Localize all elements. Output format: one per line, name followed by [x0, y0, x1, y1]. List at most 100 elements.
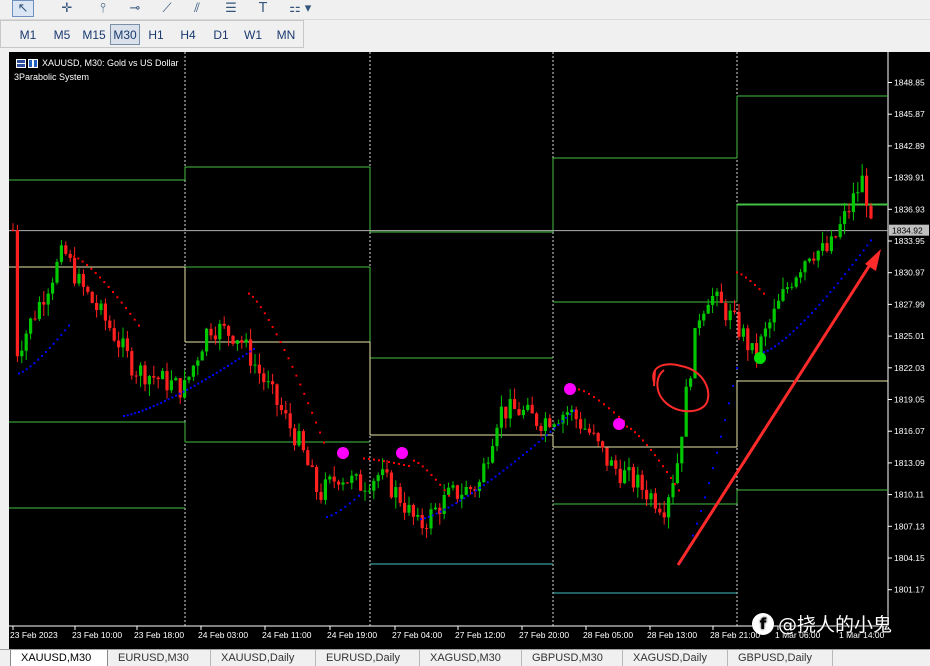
trendline-button[interactable]: ⟋ [156, 0, 178, 17]
time-tick-label: 23 Feb 10:00 [72, 630, 122, 640]
candle-body [592, 432, 596, 434]
sar-dot [103, 281, 106, 284]
sar-dot [541, 437, 544, 440]
timeframe-m1-button[interactable]: M1 [13, 24, 43, 45]
candle-body [689, 378, 693, 387]
sar-dot [840, 277, 843, 280]
sar-dot [182, 390, 185, 393]
timeframe-m30-button[interactable]: M30 [110, 24, 140, 45]
timeframe-h4-button[interactable]: H4 [173, 24, 203, 45]
candle-body [306, 450, 310, 466]
sar-dot [851, 263, 854, 266]
cursor-button[interactable]: ↖ [12, 0, 34, 17]
candle-body [552, 424, 556, 428]
sar-dot [48, 346, 51, 349]
candle-body [354, 474, 358, 476]
candle-body [425, 528, 429, 530]
candle-body [618, 468, 622, 484]
chart-tab[interactable]: EURUSD,Daily [316, 650, 420, 666]
chart-tab[interactable]: XAGUSD,Daily [623, 650, 728, 666]
sar-dot [44, 351, 47, 354]
sar-dot [33, 362, 36, 365]
candle-body [631, 467, 635, 488]
candle-body [161, 371, 165, 380]
sar-dot [443, 508, 446, 511]
chart-tab[interactable]: GBPUSD,M30 [522, 650, 623, 666]
candle-body [733, 310, 737, 312]
text-tool-icon: T [259, 1, 267, 16]
sar-dot [215, 371, 218, 374]
candle-body [191, 365, 195, 377]
timeframe-d1-button[interactable]: D1 [206, 24, 236, 45]
candle-body [807, 258, 811, 262]
sar-dot [732, 384, 734, 387]
timeframe-w1-button[interactable]: W1 [238, 24, 268, 45]
crosshair-button[interactable]: ✛ [56, 0, 78, 17]
sar-dot [330, 514, 333, 517]
sar-dot [358, 494, 360, 497]
price-tick-label: 1842.89 [894, 141, 925, 151]
chart-tab[interactable]: XAUUSD,M30 [10, 650, 108, 666]
candle-body [328, 476, 332, 480]
sar-dot [704, 496, 706, 499]
fibonacci-button[interactable]: ☰ [220, 0, 242, 17]
candle-body [482, 463, 486, 483]
sar-dot [448, 494, 450, 497]
sar-dot [94, 272, 97, 275]
sar-dot [459, 499, 462, 502]
sar-dot [763, 351, 765, 354]
candle-body [737, 311, 741, 337]
sar-dot [770, 347, 773, 350]
price-tick-label: 1825.01 [894, 331, 925, 341]
timeframe-h1-button[interactable]: H1 [141, 24, 171, 45]
channel-icon: ⫽ [194, 1, 200, 16]
timeframe-mn-button[interactable]: MN [271, 24, 301, 45]
candle-body [645, 489, 649, 500]
candle-body [715, 291, 719, 296]
candle-body [183, 380, 187, 398]
chart-tab[interactable]: XAUUSD,Daily [211, 650, 316, 666]
candle-body [587, 428, 591, 433]
price-chart[interactable]: 1848.85 1845.87 1842.89 1839.91 1836.93 1833.… [9, 52, 930, 649]
sar-dot [736, 367, 738, 370]
candle-body [99, 303, 103, 311]
sar-dot [125, 307, 127, 310]
sar-dot [178, 392, 181, 395]
watermark: f @挠人的小鬼 [752, 610, 892, 637]
sar-dot [234, 360, 237, 363]
chart-tab[interactable]: GBPUSD,Daily [728, 650, 833, 666]
timeframe-m5-button[interactable]: M5 [47, 24, 77, 45]
chart-tab[interactable]: EURUSD,M30 [108, 650, 211, 666]
text-tool-button[interactable]: T [252, 0, 274, 17]
sar-dot [529, 447, 532, 450]
sar-dot [25, 368, 28, 371]
candle-body [667, 497, 671, 518]
candle-body [42, 302, 46, 305]
candle-body [821, 243, 825, 251]
candle-body [15, 230, 19, 357]
candle-body [323, 479, 327, 500]
price-tick-label: 1810.11 [894, 490, 924, 500]
candle-body [332, 476, 336, 482]
horizontal-line-button[interactable]: ⊸ [124, 0, 146, 17]
sar-dot [344, 505, 347, 508]
chart-tab[interactable]: XAGUSD,M30 [420, 650, 522, 666]
candle-body [350, 475, 354, 483]
candle-body [741, 328, 745, 337]
sar-dot [666, 471, 668, 474]
sar-dot [603, 403, 605, 406]
timeframe-m15-button[interactable]: M15 [79, 24, 109, 45]
vertical-line-button[interactable]: ⫯ [92, 0, 114, 17]
candle-body [169, 380, 173, 391]
signal-dot-buy [754, 352, 766, 364]
candle-body [574, 409, 578, 420]
candle-body [33, 318, 37, 320]
chart-window[interactable]: XAUUSD, M30: Gold vs US Dollar 3Paraboli… [9, 52, 930, 649]
dropdown-button[interactable]: ▾ [302, 0, 314, 17]
channel-button[interactable]: ⫽ [186, 0, 208, 17]
time-tick-label: 27 Feb 12:00 [455, 630, 505, 640]
sar-dot [116, 296, 119, 299]
candle-body [345, 482, 349, 484]
price-tick-label: 1816.07 [894, 426, 925, 436]
sar-dot [847, 268, 850, 271]
